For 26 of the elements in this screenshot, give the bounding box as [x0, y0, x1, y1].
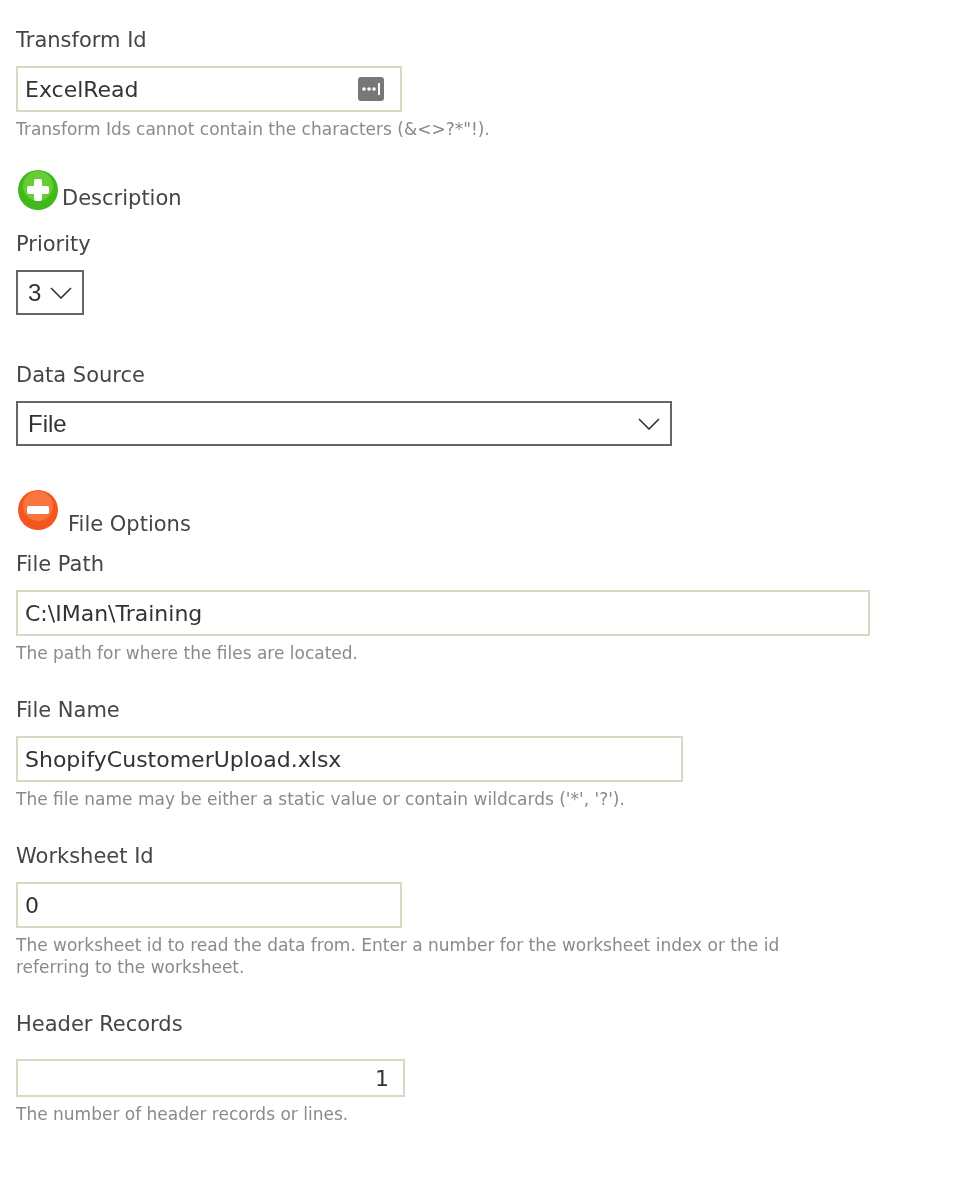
add-icon[interactable]: [16, 168, 60, 212]
field-label: File Name: [16, 697, 120, 724]
field-label: Transform Id: [16, 27, 147, 54]
text-field[interactable]: 0: [16, 882, 402, 928]
field-hint: The number of header records or lines.: [16, 1103, 349, 1125]
field-hint: The file name may be either a static value or contain wildcards ('*', '?').: [16, 788, 625, 810]
field-hint: The path for where the files are located.: [16, 642, 359, 664]
text-field[interactable]: C:\IMan\Training: [16, 590, 870, 636]
text-field[interactable]: ShopifyCustomerUpload.xlsx: [16, 736, 683, 782]
field-label: Data Source: [16, 362, 145, 389]
text-field[interactable]: 1: [16, 1059, 405, 1097]
chevron-down-icon[interactable]: [638, 417, 660, 430]
field-label: Priority: [16, 231, 91, 258]
field-label: Header Records: [16, 1011, 183, 1038]
collapse-icon[interactable]: [16, 488, 60, 532]
field-hint: Transform Ids cannot contain the characters (&<>?*"!).: [16, 118, 490, 140]
field-label: File Path: [16, 551, 104, 578]
text-field[interactable]: ExcelRead: [16, 66, 402, 112]
field-label: Worksheet Id: [16, 843, 154, 870]
dropdown[interactable]: File: [16, 401, 672, 446]
field-hint: The worksheet id to read the data from. Enter a number for the worksheet index or the id referring to the worksheet.: [16, 934, 781, 978]
dropdown[interactable]: 3: [16, 270, 84, 315]
more-icon[interactable]: [358, 77, 384, 101]
section-title: Description: [62, 185, 182, 212]
chevron-down-icon[interactable]: [50, 286, 72, 299]
section-title: File Options: [68, 511, 191, 538]
